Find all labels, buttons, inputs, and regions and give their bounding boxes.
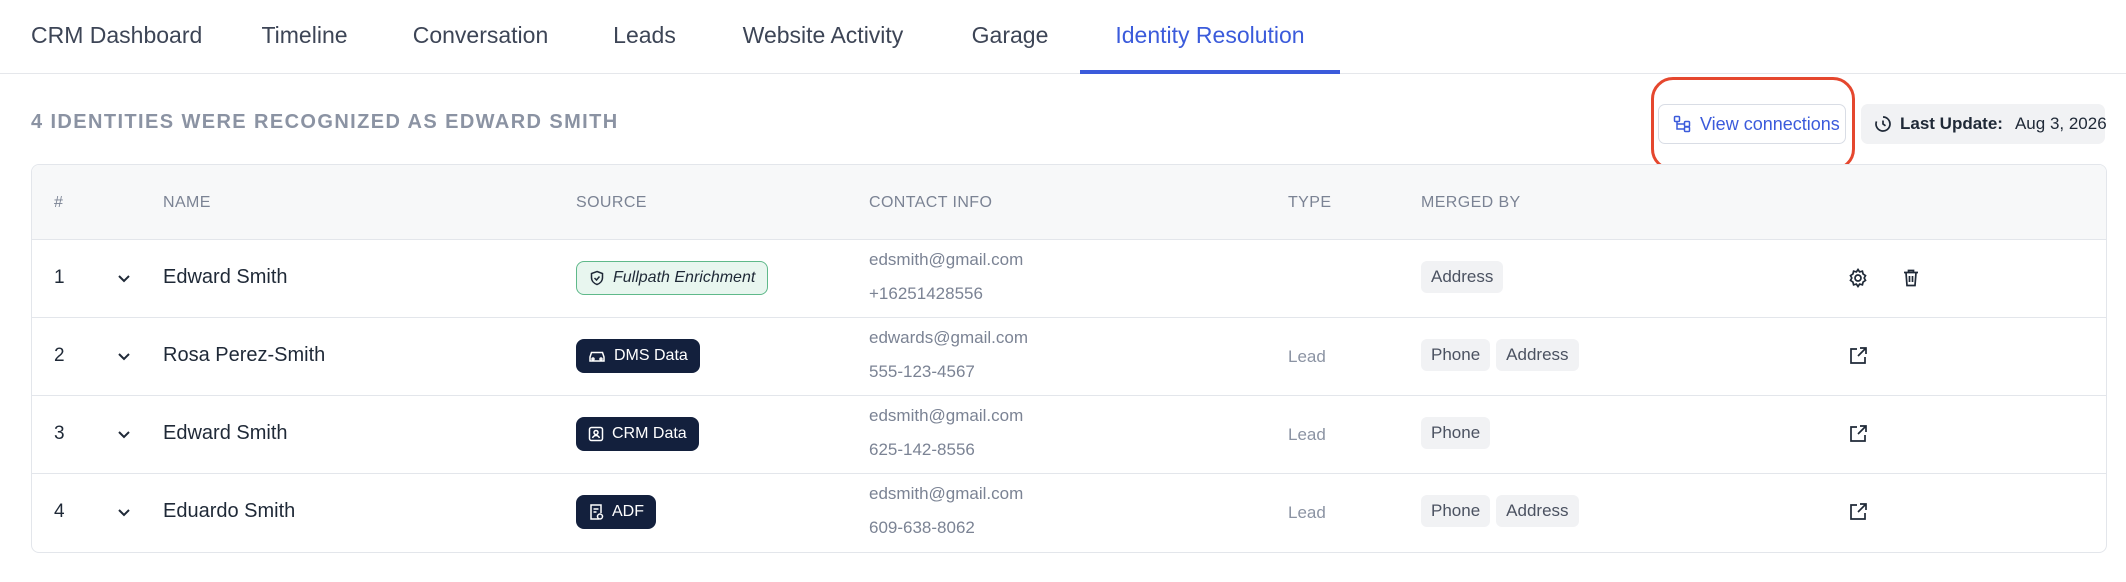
table-row: 3 Edward Smith CRM Data edsmith@gmail.co… (32, 396, 2106, 474)
last-update-value: Aug 3, 2026 (2014, 114, 2107, 133)
contact-card-icon (588, 426, 604, 442)
tab-website-activity[interactable]: Website Activity (739, 0, 907, 73)
clock-icon (1874, 115, 1892, 133)
source-badge: Fullpath Enrichment (576, 261, 769, 295)
settings-icon[interactable] (1847, 267, 1869, 289)
chevron-down-icon[interactable] (114, 346, 134, 366)
trash-icon[interactable] (1900, 267, 1922, 289)
identity-name: Eduardo Smith (163, 500, 296, 522)
identities-summary: 4 IDENTITIES WERE RECOGNIZED AS EDWARD S… (31, 111, 619, 133)
merged-by-chips: Address (1421, 261, 1504, 293)
header-type: TYPE (1288, 194, 1332, 211)
tab-conversation[interactable]: Conversation (411, 0, 550, 73)
last-update-label: Last Update: (1900, 114, 2003, 133)
tab-timeline[interactable]: Timeline (261, 0, 348, 73)
tab-garage[interactable]: Garage (971, 0, 1049, 73)
identity-type: Lead (1288, 425, 1326, 444)
header-number: # (54, 194, 64, 211)
contact-email: edsmith@gmail.com (869, 250, 1024, 269)
merged-by-chips: Phone (1421, 417, 1491, 449)
contact-email: edwards@gmail.com (869, 328, 1028, 347)
car-icon (588, 348, 606, 364)
identity-type: Lead (1288, 347, 1326, 366)
identity-name: Edward Smith (163, 422, 288, 444)
merged-by-chip: Phone (1421, 339, 1491, 371)
contact-email: edsmith@gmail.com (869, 406, 1024, 425)
chevron-down-icon[interactable] (114, 268, 134, 288)
document-icon (588, 503, 604, 521)
contact-phone: +16251428556 (869, 284, 983, 303)
row-number: 3 (54, 423, 65, 444)
merged-by-chips: Phone Address (1421, 495, 1579, 527)
shield-check-icon (589, 270, 605, 286)
merged-by-chip: Address (1496, 495, 1579, 527)
identities-table: # NAME SOURCE CONTACT INFO TYPE MERGED B… (31, 164, 2107, 553)
contact-phone: 625-142-8556 (869, 440, 975, 459)
source-label: ADF (612, 503, 644, 520)
merged-by-chip: Phone (1421, 495, 1491, 527)
row-number: 2 (54, 345, 65, 366)
merged-by-chips: Phone Address (1421, 339, 1579, 371)
chevron-down-icon[interactable] (114, 424, 134, 444)
contact-email: edsmith@gmail.com (869, 484, 1024, 503)
chevron-down-icon[interactable] (114, 502, 134, 522)
identity-name: Edward Smith (163, 266, 288, 288)
merged-by-chip: Address (1496, 339, 1579, 371)
merged-by-chip: Address (1421, 261, 1504, 293)
header-name: NAME (163, 194, 211, 211)
view-connections-button[interactable]: View connections (1658, 104, 1846, 144)
merged-by-chip: Phone (1421, 417, 1491, 449)
connections-icon (1673, 115, 1691, 133)
source-label: DMS Data (614, 347, 688, 364)
header-contact-info: CONTACT INFO (869, 194, 993, 211)
tab-crm-dashboard[interactable]: CRM Dashboard (31, 0, 202, 73)
source-label: CRM Data (612, 425, 687, 442)
tab-leads[interactable]: Leads (613, 0, 676, 73)
external-link-icon[interactable] (1847, 501, 1869, 523)
last-update-badge: Last Update: Aug 3, 2026 (1861, 104, 2107, 144)
source-badge: ADF (576, 495, 656, 529)
table-row: 1 Edward Smith Fullpath Enrichment edsmi… (32, 240, 2106, 318)
tab-identity-resolution[interactable]: Identity Resolution (1080, 0, 1340, 74)
row-number: 4 (54, 501, 65, 522)
table-row: 2 Rosa Perez-Smith DMS Data edwards@gmai… (32, 318, 2106, 396)
contact-phone: 555-123-4567 (869, 362, 975, 381)
row-number: 1 (54, 267, 65, 288)
source-label: Fullpath Enrichment (613, 269, 756, 286)
view-connections-label: View connections (1700, 113, 1840, 134)
table-row: 4 Eduardo Smith ADF edsmith@gmail.com 60… (32, 474, 2106, 552)
header-source: SOURCE (576, 194, 647, 211)
tab-bar: CRM Dashboard Timeline Conversation Lead… (0, 0, 2126, 74)
external-link-icon[interactable] (1847, 345, 1869, 367)
external-link-icon[interactable] (1847, 423, 1869, 445)
header-merged-by: MERGED BY (1421, 194, 1521, 211)
contact-phone: 609-638-8062 (869, 518, 975, 537)
source-badge: DMS Data (576, 339, 700, 373)
identity-name: Rosa Perez-Smith (163, 344, 326, 366)
table-header: # NAME SOURCE CONTACT INFO TYPE MERGED B… (32, 165, 2106, 240)
source-badge: CRM Data (576, 417, 699, 451)
identity-type: Lead (1288, 503, 1326, 522)
